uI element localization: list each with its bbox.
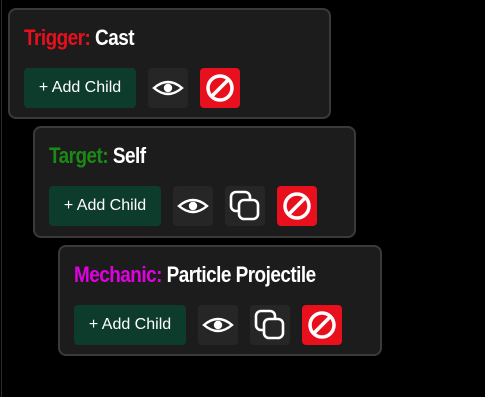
card-title: Mechanic: Particle Projectile	[74, 262, 316, 288]
delete-button[interactable]	[302, 305, 342, 345]
target-card[interactable]: Target: Self + Add Child	[33, 126, 356, 238]
duplicate-button[interactable]	[225, 186, 265, 226]
add-child-button[interactable]: + Add Child	[24, 68, 136, 108]
card-toolbar: + Add Child	[49, 186, 317, 226]
duplicate-button[interactable]	[250, 305, 290, 345]
component-type-label: Trigger:	[24, 25, 91, 50]
card-toolbar: + Add Child	[24, 68, 240, 108]
eye-icon	[202, 315, 234, 335]
delete-icon	[205, 73, 235, 103]
duplicate-icon	[228, 189, 262, 223]
card-title: Target: Self	[49, 143, 146, 169]
eye-icon	[177, 196, 209, 216]
component-name: Particle Projectile	[166, 262, 317, 287]
delete-button[interactable]	[200, 68, 240, 108]
component-type-label: Target:	[49, 143, 109, 168]
toggle-visibility-button[interactable]	[173, 186, 213, 226]
component-name: Self	[112, 143, 146, 168]
card-title: Trigger: Cast	[24, 25, 135, 51]
delete-icon	[307, 310, 337, 340]
eye-icon	[152, 78, 184, 98]
toggle-visibility-button[interactable]	[148, 68, 188, 108]
canvas-edge-divider	[1, 0, 2, 397]
mechanic-card[interactable]: Mechanic: Particle Projectile + Add Chil…	[58, 245, 382, 356]
toggle-visibility-button[interactable]	[198, 305, 238, 345]
duplicate-icon	[253, 308, 287, 342]
component-type-label: Mechanic:	[74, 262, 162, 287]
add-child-button[interactable]: + Add Child	[74, 305, 186, 345]
delete-icon	[282, 191, 312, 221]
component-name: Cast	[95, 25, 135, 50]
trigger-card[interactable]: Trigger: Cast + Add Child	[8, 8, 331, 119]
delete-button[interactable]	[277, 186, 317, 226]
card-toolbar: + Add Child	[74, 305, 342, 345]
skill-tree-canvas: Trigger: Cast + Add Child Target: Self +…	[0, 0, 485, 397]
add-child-button[interactable]: + Add Child	[49, 186, 161, 226]
